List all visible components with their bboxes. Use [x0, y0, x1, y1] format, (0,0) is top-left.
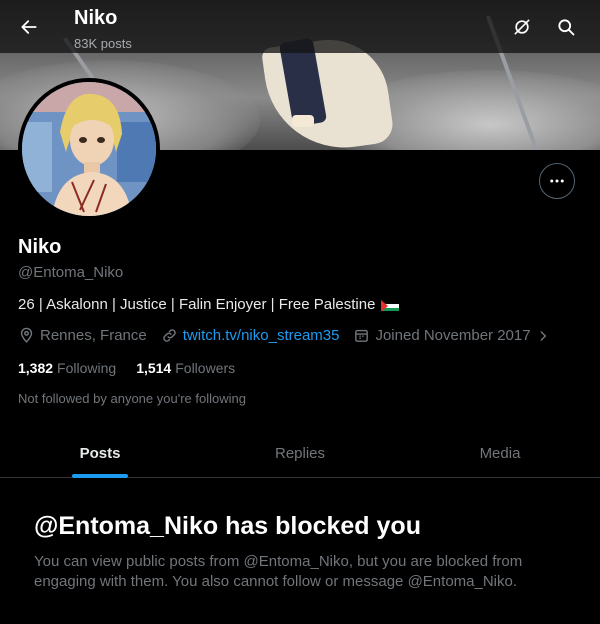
more-dots-icon [550, 179, 564, 183]
chevron-right-icon[interactable] [536, 329, 550, 343]
avatar[interactable] [18, 78, 160, 220]
search-button[interactable] [551, 12, 581, 42]
tab-label: Replies [274, 445, 326, 462]
top-bar: Niko 83K posts [0, 0, 600, 53]
bio-text: 26 | Askalonn | Justice | Falin Enjoyer … [18, 296, 376, 313]
followers-count: 1,514 [136, 360, 172, 376]
tab-label: Posts [79, 445, 121, 462]
profile-handle: @Entoma_Niko [18, 264, 124, 281]
website-item[interactable]: twitch.tv/niko_stream35 [161, 327, 340, 344]
blocked-title: @Entoma_Niko has blocked you [34, 512, 421, 540]
location-pin-icon [20, 327, 33, 343]
profile-bio: 26 | Askalonn | Justice | Falin Enjoyer … [18, 296, 400, 313]
header-post-count: 83K posts [74, 36, 132, 51]
more-options-button[interactable] [539, 163, 575, 199]
tab-replies[interactable]: Replies [200, 430, 400, 477]
back-button[interactable] [12, 10, 46, 44]
location-text: Rennes, France [40, 327, 147, 344]
grok-button[interactable] [507, 12, 537, 42]
followers-link[interactable]: 1,514 Followers [136, 360, 235, 376]
profile-tabs: Posts Replies Media [0, 430, 600, 478]
calendar-icon [355, 329, 369, 342]
avatar-image [22, 82, 156, 216]
active-tab-indicator [72, 474, 128, 478]
grok-icon [514, 19, 530, 35]
website-link[interactable]: twitch.tv/niko_stream35 [183, 327, 340, 344]
tab-label: Media [479, 445, 521, 462]
following-label: Following [57, 360, 117, 376]
search-icon [558, 19, 575, 36]
link-icon [162, 329, 176, 342]
tab-media[interactable]: Media [400, 430, 600, 477]
back-arrow-icon [21, 20, 37, 34]
location-item: Rennes, France [18, 327, 147, 344]
follow-stats: 1,382 Following 1,514 Followers [18, 360, 235, 376]
profile-meta: Rennes, France twitch.tv/niko_stream35 J… [18, 327, 564, 344]
profile-name: Niko [18, 236, 62, 258]
joined-item: Joined November 2017 [353, 327, 549, 344]
banner-figure-foot [292, 115, 314, 127]
followers-label: Followers [175, 360, 236, 376]
blocked-description: You can view public posts from @Entoma_N… [34, 553, 523, 590]
joined-text: Joined November 2017 [375, 327, 531, 344]
following-link[interactable]: 1,382 Following [18, 360, 116, 376]
header-title: Niko [74, 7, 118, 29]
palestine-flag-icon [381, 299, 400, 311]
tab-posts[interactable]: Posts [0, 430, 200, 478]
not-followed-note: Not followed by anyone you're following [18, 391, 246, 406]
following-count: 1,382 [18, 360, 54, 376]
